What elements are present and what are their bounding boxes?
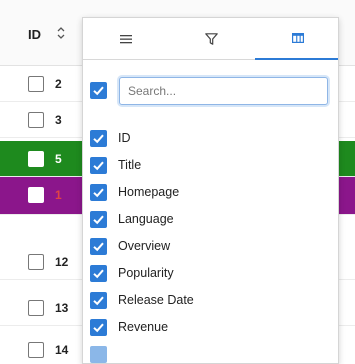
row-id-cell: 5: [55, 152, 62, 166]
column-search-row: [83, 74, 338, 106]
columns-icon: [291, 33, 304, 43]
row-checkbox[interactable]: [28, 112, 44, 128]
column-item-label: ID: [118, 131, 131, 145]
tab-general-menu[interactable]: [83, 18, 168, 60]
checkmark-icon: [93, 134, 104, 144]
column-checkbox[interactable]: [90, 157, 107, 174]
column-item-label: Revenue: [118, 320, 169, 334]
column-item-label: Popularity: [118, 266, 174, 280]
column-item-popularity[interactable]: Popularity: [83, 260, 338, 288]
column-checkbox[interactable]: [90, 238, 107, 255]
checkmark-icon: [93, 86, 104, 96]
column-item-language[interactable]: Language: [83, 206, 338, 234]
row-checkbox[interactable]: [28, 151, 44, 167]
checkmark-icon: [93, 269, 104, 279]
select-all-checkbox[interactable]: [90, 82, 107, 99]
column-checkbox[interactable]: [90, 265, 107, 282]
column-item-label: Overview: [118, 239, 171, 253]
row-id-cell: 13: [55, 301, 69, 315]
column-checkbox[interactable]: [90, 319, 107, 336]
column-item-label: Release Date: [118, 293, 194, 307]
column-item-release-date[interactable]: Release Date: [83, 287, 338, 315]
row-checkbox[interactable]: [28, 187, 44, 203]
row-checkbox[interactable]: [28, 300, 44, 316]
column-item-overview[interactable]: Overview: [83, 233, 338, 261]
tab-filter[interactable]: [169, 18, 254, 60]
column-checkbox[interactable]: [90, 346, 107, 363]
filter-icon: [205, 33, 218, 45]
checkmark-icon: [93, 296, 104, 306]
id-column-header[interactable]: ID: [28, 27, 41, 42]
column-item-revenue[interactable]: Revenue: [83, 314, 338, 342]
column-item-title[interactable]: Title: [83, 152, 338, 180]
column-checkbox[interactable]: [90, 184, 107, 201]
column-checkbox[interactable]: [90, 130, 107, 147]
checkmark-icon: [93, 161, 104, 171]
row-checkbox[interactable]: [28, 76, 44, 92]
column-item-label: Title: [118, 158, 142, 172]
row-id-cell: 1: [55, 188, 62, 202]
row-id-cell: 14: [55, 343, 69, 357]
column-item-label: Homepage: [118, 185, 180, 199]
row-id-cell: 12: [55, 255, 69, 269]
column-menu-popup: ID Title Homepage Language Overview Popu…: [82, 17, 339, 364]
tab-columns[interactable]: [255, 18, 338, 60]
row-id-cell: 2: [55, 77, 62, 91]
checkmark-icon: [93, 188, 104, 198]
column-item-id[interactable]: ID: [83, 125, 338, 153]
checkmark-icon: [93, 242, 104, 252]
column-checkbox[interactable]: [90, 292, 107, 309]
column-checkbox[interactable]: [90, 211, 107, 228]
sort-icon[interactable]: [55, 24, 67, 42]
column-search-input[interactable]: [119, 77, 328, 105]
column-item-homepage[interactable]: Homepage: [83, 179, 338, 207]
column-item-partial[interactable]: [83, 341, 338, 363]
hamburger-icon: [119, 35, 132, 44]
row-checkbox[interactable]: [28, 342, 44, 358]
row-checkbox[interactable]: [28, 254, 44, 270]
checkmark-icon: [93, 323, 104, 333]
column-menu-tabs: [83, 18, 338, 60]
column-item-label: Language: [118, 212, 174, 226]
checkmark-icon: [93, 215, 104, 225]
row-id-cell: 3: [55, 113, 62, 127]
